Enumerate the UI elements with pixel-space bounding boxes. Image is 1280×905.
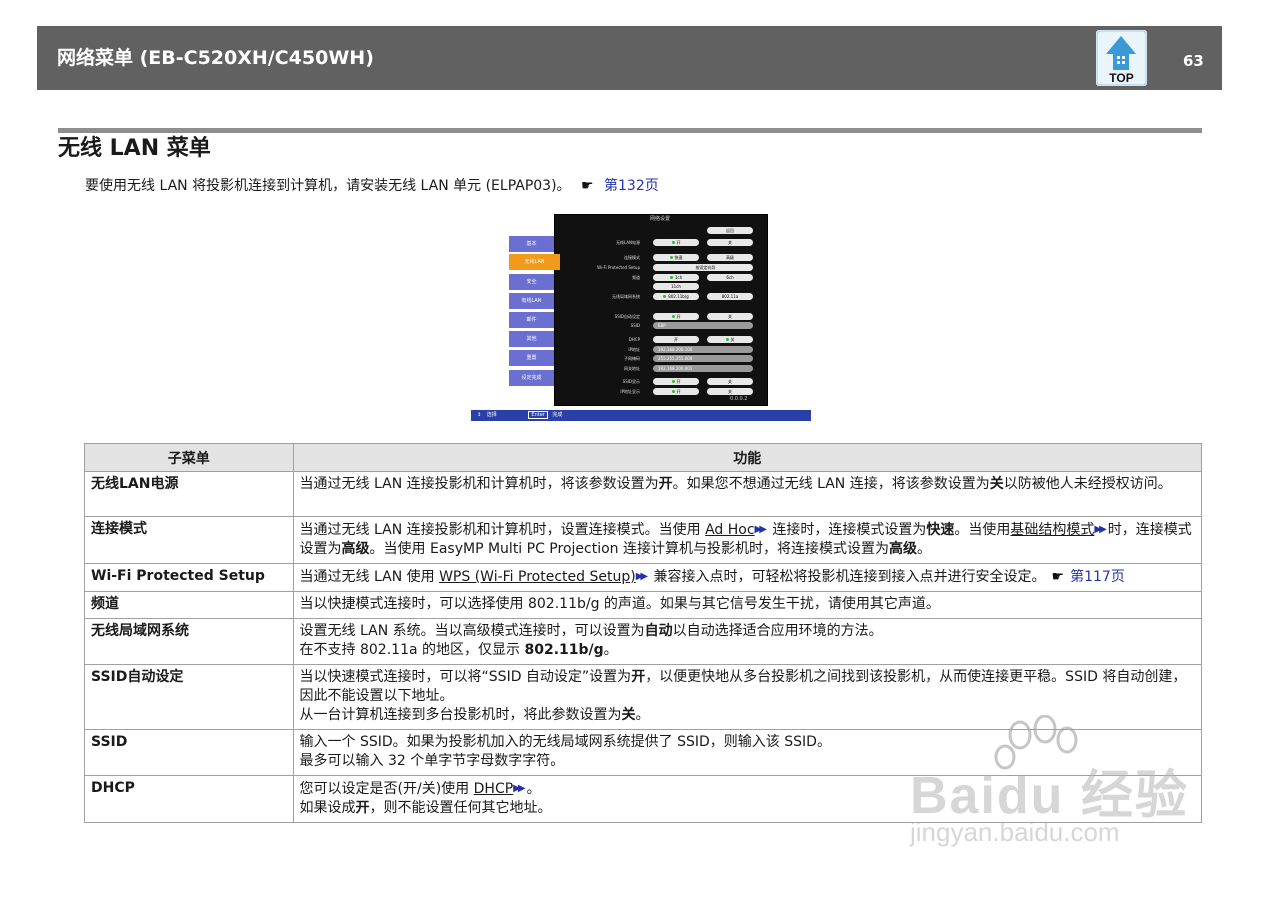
- pointing-hand-icon: ☛: [1051, 569, 1065, 585]
- header-title: 网络菜单 (EB-C520XH/C450WH): [57, 47, 374, 69]
- menu-row: SSID自动设定开关: [560, 313, 756, 321]
- row-submenu: DHCP: [84, 775, 294, 823]
- infrastructure-link[interactable]: 基础结构模式: [1010, 522, 1094, 538]
- side-item-complete: 设定完成: [509, 370, 554, 386]
- glossary-arrow-icon: ▶▶: [513, 783, 526, 794]
- menu-version: 0.0.0.2: [730, 396, 748, 402]
- menu-row: 无线局域网系统 802.11b/g 802.11a: [560, 293, 756, 301]
- menu-row: 11ch: [560, 283, 756, 291]
- section-rule: [58, 128, 1202, 133]
- row-function: 当以快捷模式连接时，可以选择使用 802.11b/g 的声道。如果与其它信号发生…: [292, 591, 1203, 619]
- row-submenu: 无线局域网系统: [84, 618, 294, 665]
- menu-row: 无线LAN电源开关: [560, 239, 756, 247]
- select-arrows-icon: ↕: [477, 412, 482, 418]
- menu-row: 网关地址 192.168.200.001: [560, 365, 756, 373]
- side-item-mail: 邮件: [509, 312, 554, 328]
- glossary-arrow-icon: ▶▶: [754, 524, 768, 535]
- menu-row: 频道 1ch 6ch: [560, 274, 756, 282]
- dhcp-link[interactable]: DHCP: [474, 781, 514, 797]
- row-submenu: SSID自动设定: [84, 664, 294, 730]
- table-header-row: 子菜单 功能: [84, 443, 1203, 472]
- watermark-url: jingyan.baidu.com: [910, 817, 1120, 847]
- side-item-security: 安全: [509, 274, 554, 290]
- intro-text: 要使用无线 LAN 将投影机连接到计算机，请安装无线 LAN 单元 (ELPAP…: [85, 176, 659, 196]
- row-submenu: SSID: [84, 729, 294, 776]
- menu-row: IP地址显示开关: [560, 388, 756, 396]
- row-submenu: Wi-Fi Protected Setup: [84, 563, 294, 592]
- table-row: 无线局域网系统 设置无线 LAN 系统。当以高级模式连接时，可以设置为自动以自动…: [84, 618, 1203, 665]
- page-header: 网络菜单 (EB-C520XH/C450WH) TOP 63: [37, 26, 1222, 90]
- menu-title: 网络设置: [649, 216, 670, 222]
- row-function: 当通过无线 LAN 连接投影机和计算机时，设置连接模式。当使用 Ad Hoc▶▶…: [292, 516, 1203, 564]
- row-submenu: 无线LAN电源: [84, 471, 294, 517]
- menu-row: SSID EBP: [560, 322, 756, 330]
- top-label: TOP: [1109, 71, 1134, 85]
- table-row: 连接模式 当通过无线 LAN 连接投影机和计算机时，设置连接模式。当使用 Ad …: [84, 516, 1203, 564]
- col-header-submenu: 子菜单: [84, 443, 294, 472]
- menu-row: 子网掩码 255.255.255.000: [560, 355, 756, 363]
- menu-row: 连接模式 快速 高级: [560, 254, 756, 262]
- footer-select: 选择: [486, 412, 497, 418]
- menu-row: IP地址 192.168.200.100: [560, 346, 756, 354]
- top-button[interactable]: TOP: [1096, 30, 1147, 86]
- baidu-watermark: Baidu 经验 jingyan.baidu.com: [905, 714, 1205, 865]
- glossary-arrow-icon: ▶▶: [635, 571, 649, 582]
- footer-enter-label: 完成: [552, 412, 563, 418]
- table-row: Wi-Fi Protected Setup 当通过无线 LAN 使用 WPS (…: [84, 563, 1203, 592]
- row-function: 当通过无线 LAN 连接投影机和计算机时，将该参数设置为开。如果您不想通过无线 …: [292, 471, 1203, 517]
- table-row: 无线LAN电源 当通过无线 LAN 连接投影机和计算机时，将该参数设置为开。如果…: [84, 471, 1203, 517]
- row-function: 设置无线 LAN 系统。当以高级模式连接时，可以设置为自动以自动选择适合应用环境…: [292, 618, 1203, 665]
- enter-key-icon: Enter: [528, 411, 548, 419]
- side-item-wireless: 无线LAN: [509, 254, 560, 270]
- row-function: 当通过无线 LAN 使用 WPS (Wi-Fi Protected Setup)…: [292, 563, 1203, 592]
- col-header-function: 功能: [292, 443, 1203, 472]
- table-row: 频道 当以快捷模式连接时，可以选择使用 802.11b/g 的声道。如果与其它信…: [84, 591, 1203, 619]
- side-item-other: 其他: [509, 331, 554, 347]
- menu-back-button: 返回: [707, 227, 753, 234]
- glossary-arrow-icon: ▶▶: [1094, 524, 1107, 535]
- page-number: 63: [1183, 52, 1204, 70]
- side-item-wired: 有线LAN: [509, 293, 554, 309]
- row-submenu: 连接模式: [84, 516, 294, 564]
- menu-row: DHCP 开关: [560, 336, 756, 344]
- intro-body: 要使用无线 LAN 将投影机连接到计算机，请安装无线 LAN 单元 (ELPAP…: [85, 178, 571, 194]
- intro-page-link[interactable]: 第132页: [604, 178, 659, 194]
- adhoc-link[interactable]: Ad Hoc: [705, 522, 754, 538]
- section-title: 无线 LAN 菜单: [58, 136, 211, 161]
- menu-footer: ↕ 选择 Enter 完成: [471, 410, 811, 421]
- menu-row: SSID显示开关: [560, 378, 756, 386]
- page-link[interactable]: 第117页: [1070, 569, 1125, 585]
- row-submenu: 频道: [84, 591, 294, 619]
- menu-row: Wi-Fi Protected Setup 按设定向导: [560, 264, 756, 272]
- side-item-basic: 基本: [509, 236, 554, 252]
- pointing-hand-icon: ☛: [581, 178, 594, 194]
- side-item-reset: 重置: [509, 350, 554, 366]
- wps-link[interactable]: WPS (Wi-Fi Protected Setup): [439, 569, 636, 585]
